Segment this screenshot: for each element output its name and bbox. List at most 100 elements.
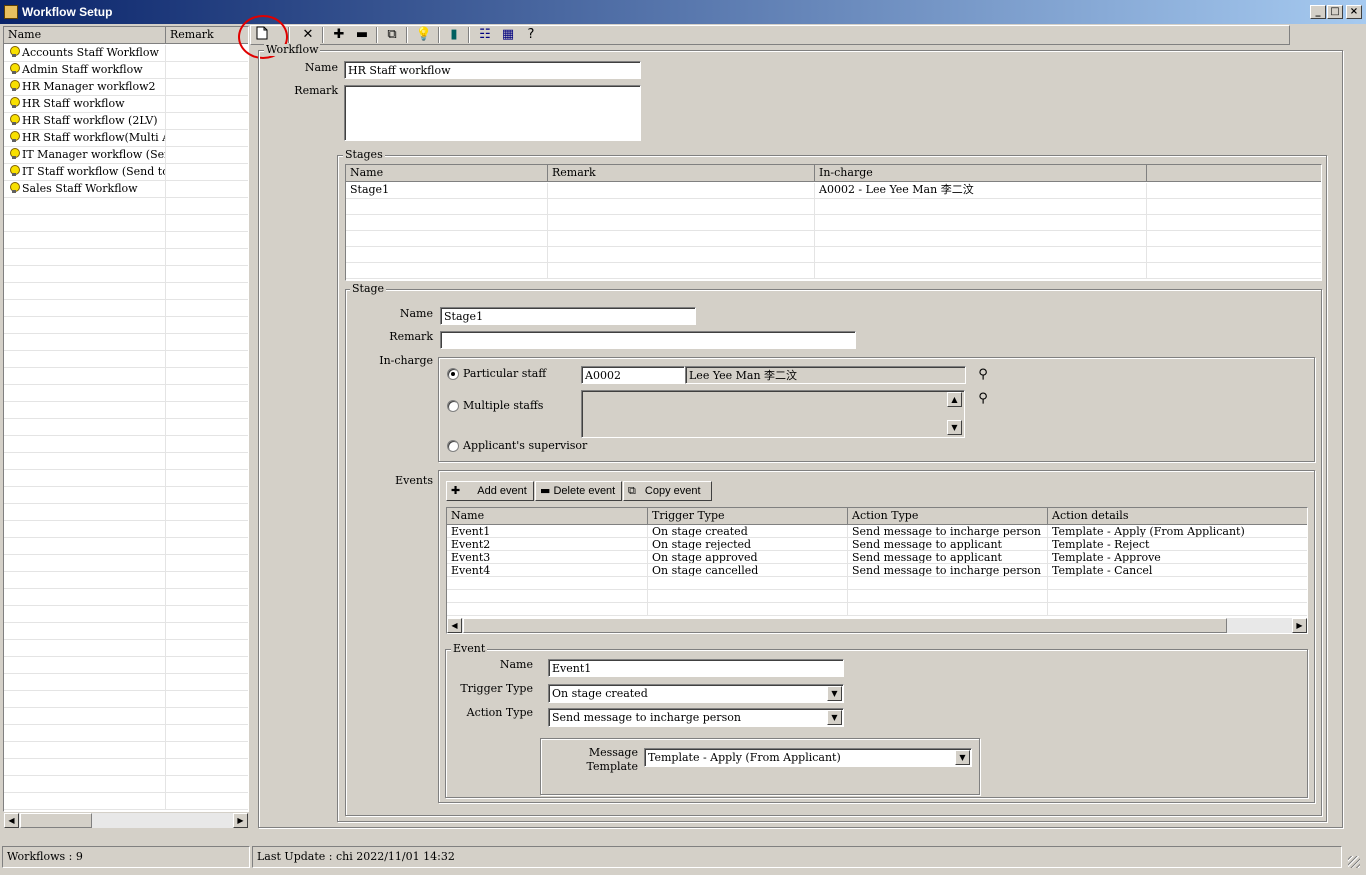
- scroll-right-arrow[interactable]: ▶: [1292, 618, 1307, 633]
- scroll-thumb[interactable]: [463, 618, 1227, 633]
- workflow-remark-field[interactable]: [344, 85, 641, 141]
- stages-col-name[interactable]: Name: [346, 165, 548, 182]
- list-item[interactable]: Sales Staff Workflow: [4, 181, 248, 198]
- list-item[interactable]: [4, 351, 248, 368]
- minimize-button[interactable]: _: [1310, 5, 1326, 19]
- events-col-trigger[interactable]: Trigger Type: [648, 508, 848, 525]
- list-item[interactable]: HR Staff workflow (2LV): [4, 113, 248, 130]
- stage-name-field[interactable]: Stage1: [440, 307, 696, 325]
- scroll-thumb[interactable]: [20, 813, 92, 828]
- list-item[interactable]: [4, 436, 248, 453]
- plus-icon[interactable]: ✚: [329, 26, 349, 44]
- list-item[interactable]: IT Manager workflow (Sen...: [4, 147, 248, 164]
- chevron-down-icon[interactable]: ▼: [955, 750, 970, 765]
- list-item[interactable]: [4, 300, 248, 317]
- binoculars-multi-icon[interactable]: ⚲: [974, 390, 992, 408]
- list-item[interactable]: IT Staff workflow (Send to ...: [4, 164, 248, 181]
- trigger-type-select[interactable]: On stage created ▼: [548, 684, 844, 703]
- table-row[interactable]: [447, 577, 1307, 590]
- events-col-name[interactable]: Name: [447, 508, 648, 525]
- list-item[interactable]: [4, 759, 248, 776]
- list-item[interactable]: [4, 725, 248, 742]
- list-item[interactable]: [4, 368, 248, 385]
- list-item[interactable]: [4, 470, 248, 487]
- list-item[interactable]: [4, 674, 248, 691]
- table-row[interactable]: [447, 603, 1307, 616]
- list-item[interactable]: HR Staff workflow: [4, 96, 248, 113]
- list-item[interactable]: [4, 521, 248, 538]
- stage-remark-field[interactable]: [440, 331, 856, 349]
- delete-event-button[interactable]: ▬ Delete event: [535, 481, 622, 501]
- scroll-up-arrow[interactable]: ▲: [947, 392, 962, 407]
- chevron-down-icon[interactable]: ▼: [827, 710, 842, 725]
- supervisor-radio[interactable]: [447, 440, 459, 452]
- table-row[interactable]: Event4 On stage cancelled Send message to …: [447, 564, 1307, 577]
- list-item[interactable]: [4, 215, 248, 232]
- minus-icon[interactable]: ▬: [352, 26, 372, 44]
- list-item[interactable]: [4, 266, 248, 283]
- list-item[interactable]: [4, 623, 248, 640]
- delete-x-icon[interactable]: ✕: [298, 26, 318, 44]
- close-button[interactable]: ×: [1346, 5, 1362, 19]
- list-item[interactable]: [4, 487, 248, 504]
- list-item[interactable]: [4, 538, 248, 555]
- list-item[interactable]: [4, 198, 248, 215]
- table-row[interactable]: [346, 247, 1321, 263]
- action-type-select[interactable]: Send message to incharge person ▼: [548, 708, 844, 727]
- table-row[interactable]: Event3 On stage approved Send message to a…: [447, 551, 1307, 564]
- event-name-field[interactable]: Event1: [548, 659, 844, 677]
- list-item[interactable]: HR Manager workflow2: [4, 79, 248, 96]
- table-row[interactable]: [447, 590, 1307, 603]
- list-item[interactable]: [4, 793, 248, 810]
- events-hscrollbar[interactable]: ◀ ▶: [447, 618, 1307, 633]
- list-item[interactable]: [4, 249, 248, 266]
- message-template-select[interactable]: Template - Apply (From Applicant) ▼: [644, 748, 972, 767]
- help-icon[interactable]: ?: [521, 26, 541, 44]
- list-item[interactable]: [4, 419, 248, 436]
- events-col-details[interactable]: Action details: [1048, 508, 1307, 525]
- list-item[interactable]: [4, 317, 248, 334]
- list-item[interactable]: [4, 589, 248, 606]
- scroll-down-arrow[interactable]: ▼: [947, 420, 962, 435]
- list-item[interactable]: [4, 691, 248, 708]
- staff-code-field[interactable]: A0002: [581, 366, 685, 384]
- events-table[interactable]: Name Trigger Type Action Type Action det…: [446, 507, 1308, 634]
- list-item[interactable]: [4, 504, 248, 521]
- list-item[interactable]: [4, 283, 248, 300]
- list-view-icon[interactable]: ☷: [475, 26, 495, 44]
- list-header-name[interactable]: Name: [4, 27, 166, 44]
- list-item[interactable]: [4, 572, 248, 589]
- grid-view-icon[interactable]: ▦: [498, 26, 518, 44]
- table-row[interactable]: [346, 199, 1321, 215]
- list-item[interactable]: [4, 776, 248, 793]
- list-item[interactable]: HR Staff workflow(Multi A...: [4, 130, 248, 147]
- binoculars-icon[interactable]: ⚲: [974, 366, 992, 384]
- table-row[interactable]: [346, 263, 1321, 279]
- list-item[interactable]: [4, 402, 248, 419]
- list-item[interactable]: Accounts Staff Workflow: [4, 45, 248, 62]
- stages-col-incharge[interactable]: In-charge: [815, 165, 1147, 182]
- scroll-left-arrow[interactable]: ◀: [447, 618, 462, 633]
- list-header-remark[interactable]: Remark: [166, 27, 248, 44]
- add-event-button[interactable]: ✚ Add event: [446, 481, 534, 501]
- list-item[interactable]: [4, 606, 248, 623]
- copy-icon[interactable]: ⧉: [382, 26, 402, 44]
- table-row[interactable]: Event1 On stage created Send message to in…: [447, 525, 1307, 538]
- list-item[interactable]: Admin Staff workflow: [4, 62, 248, 79]
- list-item[interactable]: [4, 385, 248, 402]
- list-item[interactable]: [4, 640, 248, 657]
- events-col-action[interactable]: Action Type: [848, 508, 1048, 525]
- resize-grip[interactable]: [1348, 856, 1360, 868]
- copy-event-button[interactable]: ⧉ Copy event: [623, 481, 712, 501]
- list-item[interactable]: [4, 555, 248, 572]
- bulb-icon[interactable]: 💡: [414, 26, 434, 44]
- list-item[interactable]: [4, 708, 248, 725]
- table-row[interactable]: [346, 231, 1321, 247]
- stages-table[interactable]: Name Remark In-charge Stage1 A0002 - Lee …: [345, 164, 1322, 281]
- list-item[interactable]: [4, 232, 248, 249]
- list-item[interactable]: [4, 657, 248, 674]
- list-item[interactable]: [4, 334, 248, 351]
- chevron-down-icon[interactable]: ▼: [827, 686, 842, 701]
- scroll-right-arrow[interactable]: ▶: [233, 813, 248, 828]
- maximize-button[interactable]: □: [1327, 5, 1343, 19]
